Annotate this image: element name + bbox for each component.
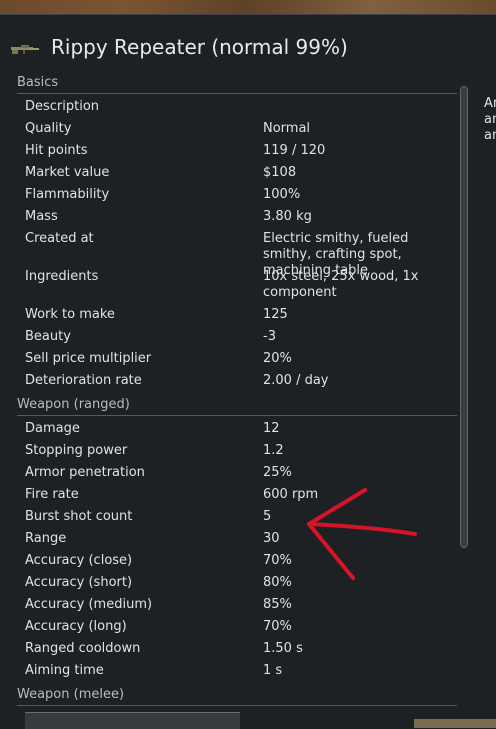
stat-value: 1 s <box>263 663 283 678</box>
stat-label: Work to make <box>25 307 115 322</box>
game-background-strip <box>0 0 496 14</box>
stat-label: Stopping power <box>25 443 128 458</box>
scrollbar-thumb[interactable] <box>460 86 468 548</box>
stat-label: Flammability <box>25 187 110 202</box>
stat-label: Beauty <box>25 329 71 344</box>
section-header-ranged: Weapon (ranged) <box>17 396 457 416</box>
stat-label: Quality <box>25 121 72 136</box>
stat-value: 25% <box>263 465 292 480</box>
stat-label: Hit points <box>25 143 88 158</box>
rifle-icon <box>11 45 39 54</box>
stat-label: Aiming time <box>25 663 104 678</box>
stat-label: Range <box>25 531 67 546</box>
stat-label: Armor penetration <box>25 465 145 480</box>
stat-label: Burst shot count <box>25 509 133 524</box>
bottom-right-edge <box>414 719 496 728</box>
stat-value: $108 <box>263 165 297 180</box>
stat-value: 119 / 120 <box>263 143 326 158</box>
stat-label: Mass <box>25 209 58 224</box>
stat-value: -3 <box>263 329 276 344</box>
side-panel-text: An an an <box>484 96 496 144</box>
stat-value: 1.2 <box>263 443 284 458</box>
stat-label: Ingredients <box>25 269 99 284</box>
red-arrow-annotation <box>307 488 417 580</box>
stat-label: Description <box>25 99 100 114</box>
stat-value: 20% <box>263 351 292 366</box>
stat-value: 3.80 kg <box>263 209 312 224</box>
stat-label: Fire rate <box>25 487 79 502</box>
side-panel-line: an <box>484 128 496 143</box>
stat-label: Market value <box>25 165 110 180</box>
side-panel-line: An <box>484 96 496 111</box>
stat-label: Accuracy (long) <box>25 619 127 634</box>
stat-label: Accuracy (short) <box>25 575 133 590</box>
stat-value: 12 <box>263 421 280 436</box>
stat-label: Accuracy (medium) <box>25 597 153 612</box>
section-header-basics: Basics <box>17 74 457 94</box>
side-panel-line: an <box>484 112 496 127</box>
stat-value: 125 <box>263 307 288 322</box>
stat-value: Normal <box>263 121 311 136</box>
stat-label: Ranged cooldown <box>25 641 141 656</box>
stat-label: Accuracy (close) <box>25 553 133 568</box>
stat-value: 85% <box>263 597 292 612</box>
stat-label: Sell price multiplier <box>25 351 152 366</box>
stat-value: 2.00 / day <box>263 373 329 388</box>
item-title: Rippy Repeater (normal 99%) <box>51 35 348 59</box>
stats-list[interactable]: Basics Description Quality Normal Hit points… <box>0 72 460 714</box>
section-header-melee: Weapon (melee) <box>17 686 457 706</box>
stat-value: 1.50 s <box>263 641 303 656</box>
stat-value: 10x steel, 25x wood, 1x component <box>263 269 419 300</box>
stat-value: 70% <box>263 619 292 634</box>
stat-label: Deterioration rate <box>25 373 142 388</box>
title-row: Rippy Repeater (normal 99%) <box>0 31 470 67</box>
bottom-button-edge[interactable] <box>25 712 240 729</box>
stat-value: 100% <box>263 187 301 202</box>
stat-label: Created at <box>25 231 94 246</box>
stat-label: Damage <box>25 421 80 436</box>
